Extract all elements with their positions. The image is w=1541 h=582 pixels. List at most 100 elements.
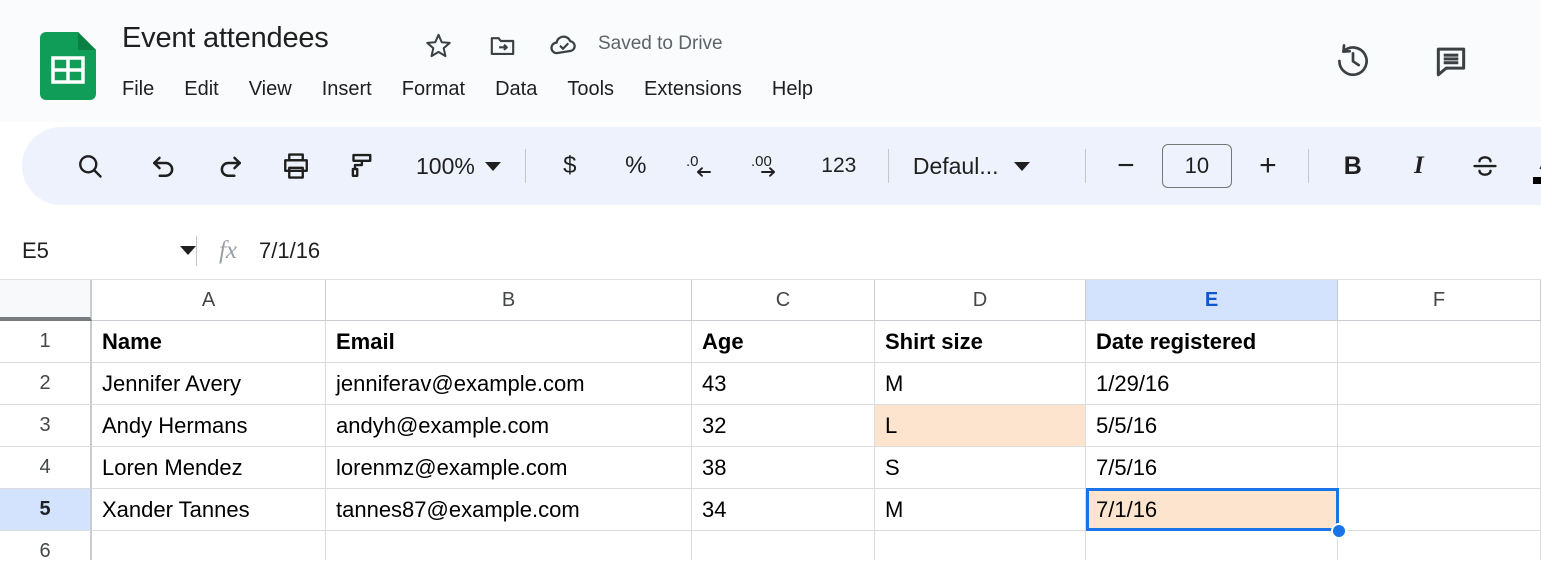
zoom-value: 100%: [416, 153, 475, 180]
cell-c2[interactable]: 43: [692, 363, 875, 405]
cell-b4[interactable]: lorenmz@example.com: [326, 447, 692, 489]
increase-decimal-button[interactable]: .00: [742, 140, 794, 192]
cell-f6[interactable]: [1338, 531, 1541, 560]
cell-e1[interactable]: Date registered: [1086, 321, 1338, 363]
cell-b6[interactable]: [326, 531, 692, 560]
column-header-a[interactable]: A: [92, 280, 326, 321]
cell-e5[interactable]: 7/1/16: [1086, 489, 1338, 531]
text-color-button[interactable]: A: [1525, 140, 1541, 192]
chevron-down-icon[interactable]: [180, 246, 196, 255]
cell-a2[interactable]: Jennifer Avery: [92, 363, 326, 405]
cell-d2[interactable]: M: [875, 363, 1086, 405]
cell-c1[interactable]: Age: [692, 321, 875, 363]
column-header-f[interactable]: F: [1338, 280, 1541, 321]
decrease-decimal-button[interactable]: .0: [676, 140, 728, 192]
menu-item-insert[interactable]: Insert: [307, 76, 387, 103]
toolbar-divider-4: [1308, 149, 1309, 183]
cell-a1[interactable]: Name: [92, 321, 326, 363]
undo-icon[interactable]: [138, 140, 190, 192]
font-family-dropdown[interactable]: Defaul...: [907, 140, 1067, 192]
cell-f3[interactable]: [1338, 405, 1541, 447]
toolbar-divider-1: [525, 149, 526, 183]
cell-e3[interactable]: 5/5/16: [1086, 405, 1338, 447]
redo-icon[interactable]: [204, 140, 256, 192]
comment-icon[interactable]: [1428, 38, 1474, 84]
cell-a4[interactable]: Loren Mendez: [92, 447, 326, 489]
cell-b3[interactable]: andyh@example.com: [326, 405, 692, 447]
row-header-6[interactable]: 6: [0, 531, 92, 560]
menu-item-help[interactable]: Help: [757, 76, 828, 103]
menu-item-data[interactable]: Data: [480, 76, 552, 103]
move-to-folder-icon[interactable]: [487, 30, 517, 60]
italic-button[interactable]: I: [1393, 140, 1445, 192]
row-header-5[interactable]: 5: [0, 489, 92, 531]
cell-f2[interactable]: [1338, 363, 1541, 405]
strikethrough-icon[interactable]: [1459, 140, 1511, 192]
cell-e4[interactable]: 7/5/16: [1086, 447, 1338, 489]
menu-item-file[interactable]: File: [122, 76, 169, 103]
formula-input[interactable]: 7/1/16: [259, 222, 1541, 279]
name-box-value: E5: [22, 238, 180, 264]
cell-d5[interactable]: M: [875, 489, 1086, 531]
zoom-dropdown[interactable]: 100%: [410, 140, 507, 192]
cell-f1[interactable]: [1338, 321, 1541, 363]
fill-handle[interactable]: [1331, 523, 1347, 539]
menu-item-format[interactable]: Format: [387, 76, 480, 103]
cell-b5[interactable]: tannes87@example.com: [326, 489, 692, 531]
cell-c4[interactable]: 38: [692, 447, 875, 489]
row-header-2[interactable]: 2: [0, 363, 92, 405]
search-icon[interactable]: [64, 140, 116, 192]
number-format-button[interactable]: 123: [808, 140, 870, 192]
select-all-corner[interactable]: [0, 280, 92, 321]
cell-c3[interactable]: 32: [692, 405, 875, 447]
cell-f5[interactable]: [1338, 489, 1541, 531]
cell-a6[interactable]: [92, 531, 326, 560]
cell-e2[interactable]: 1/29/16: [1086, 363, 1338, 405]
font-size-input[interactable]: 10: [1162, 144, 1232, 188]
menu-item-tools[interactable]: Tools: [552, 76, 629, 103]
cell-a5[interactable]: Xander Tannes: [92, 489, 326, 531]
toolbar-container: 100% $ % .0 .00 123 Defaul..: [0, 122, 1541, 222]
table-row: 3 Andy Hermans andyh@example.com 32 L 5/…: [0, 405, 1541, 447]
menu-bar: File Edit View Insert Format Data Tools …: [122, 76, 828, 103]
table-row: 1 Name Email Age Shirt size Date registe…: [0, 321, 1541, 363]
decrease-font-size-button[interactable]: −: [1104, 144, 1148, 188]
cell-d1[interactable]: Shirt size: [875, 321, 1086, 363]
percent-format-button[interactable]: %: [610, 140, 662, 192]
cell-d4[interactable]: S: [875, 447, 1086, 489]
menu-item-view[interactable]: View: [234, 76, 307, 103]
star-icon[interactable]: [423, 30, 453, 60]
cell-d6[interactable]: [875, 531, 1086, 560]
menu-item-extensions[interactable]: Extensions: [629, 76, 757, 103]
row-header-1[interactable]: 1: [0, 321, 92, 363]
cell-a3[interactable]: Andy Hermans: [92, 405, 326, 447]
menu-item-edit[interactable]: Edit: [169, 76, 233, 103]
row-header-4[interactable]: 4: [0, 447, 92, 489]
column-header-c[interactable]: C: [692, 280, 875, 321]
print-icon[interactable]: [270, 140, 322, 192]
save-status-text: Saved to Drive: [598, 33, 723, 55]
table-row: 2 Jennifer Avery jenniferav@example.com …: [0, 363, 1541, 405]
column-header-e[interactable]: E: [1086, 280, 1338, 321]
cell-c6[interactable]: [692, 531, 875, 560]
cell-d3[interactable]: L: [875, 405, 1086, 447]
column-header-b[interactable]: B: [326, 280, 692, 321]
toolbar: 100% $ % .0 .00 123 Defaul..: [22, 127, 1541, 205]
name-box[interactable]: E5: [0, 222, 196, 279]
cell-b1[interactable]: Email: [326, 321, 692, 363]
bold-button[interactable]: B: [1327, 140, 1379, 192]
cell-b2[interactable]: jenniferav@example.com: [326, 363, 692, 405]
cell-f4[interactable]: [1338, 447, 1541, 489]
sheets-logo-icon[interactable]: [40, 32, 96, 100]
cell-c5[interactable]: 34: [692, 489, 875, 531]
paint-format-icon[interactable]: [336, 140, 388, 192]
version-history-icon[interactable]: [1330, 38, 1376, 84]
currency-format-button[interactable]: $: [544, 140, 596, 192]
column-header-d[interactable]: D: [875, 280, 1086, 321]
cell-e6[interactable]: [1086, 531, 1338, 560]
increase-font-size-button[interactable]: +: [1246, 144, 1290, 188]
document-title[interactable]: Event attendees: [122, 22, 329, 55]
formula-bar: E5 fx 7/1/16: [0, 222, 1541, 280]
grid-rows: 1 Name Email Age Shirt size Date registe…: [0, 321, 1541, 560]
row-header-3[interactable]: 3: [0, 405, 92, 447]
